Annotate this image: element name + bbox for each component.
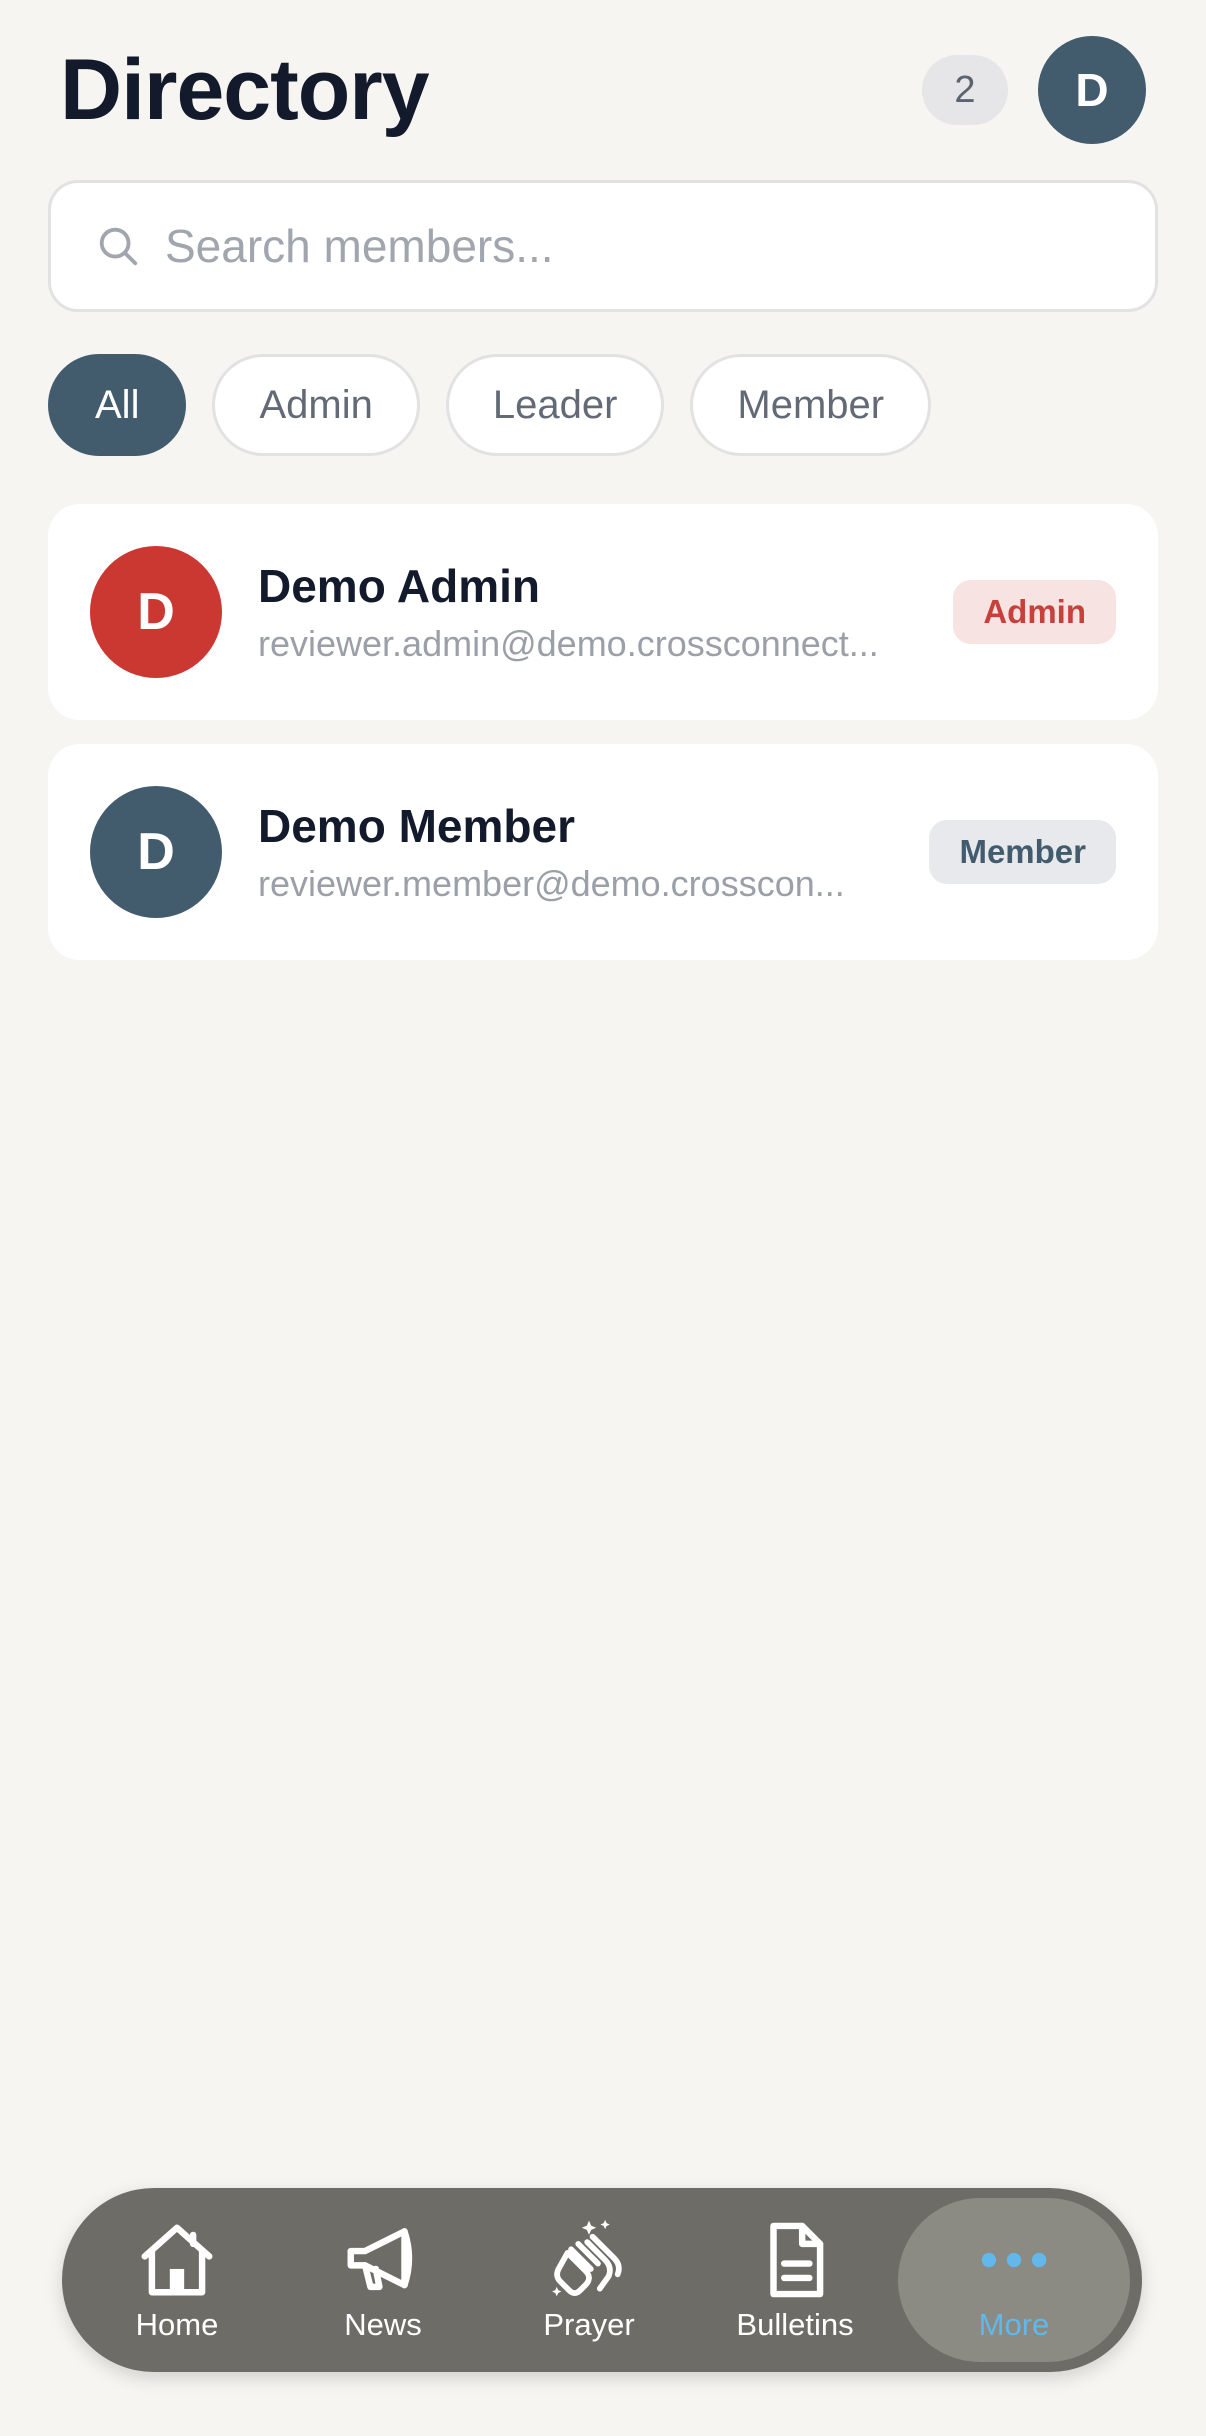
filter-chip-admin[interactable]: Admin bbox=[212, 354, 420, 456]
member-card[interactable]: D Demo Admin reviewer.admin@demo.crossco… bbox=[48, 504, 1158, 720]
nav-label: Home bbox=[135, 2307, 219, 2342]
megaphone-icon bbox=[347, 2228, 413, 2291]
page-title: Directory bbox=[60, 42, 430, 138]
member-avatar: D bbox=[90, 546, 222, 678]
directory-screen: Directory 2 D All Admin Leader Member D … bbox=[0, 0, 1206, 2436]
role-badge: Member bbox=[929, 820, 1116, 884]
member-name: Demo Admin bbox=[258, 560, 540, 613]
nav-item-news[interactable]: News bbox=[280, 2202, 486, 2358]
filter-chip-all[interactable]: All bbox=[48, 354, 187, 456]
bottom-tab-bar: Home News Prayer Bulletins More bbox=[62, 2188, 1142, 2372]
praying-hands-icon bbox=[552, 2219, 622, 2297]
filter-chip-leader[interactable]: Leader bbox=[445, 354, 665, 456]
nav-label: Bulletins bbox=[736, 2307, 854, 2342]
home-icon bbox=[141, 2224, 213, 2296]
nav-item-home[interactable]: Home bbox=[74, 2202, 280, 2358]
document-icon bbox=[770, 2222, 824, 2298]
profile-avatar-button[interactable]: D bbox=[1038, 36, 1146, 144]
member-email: reviewer.member@demo.crosscon... bbox=[258, 862, 845, 904]
member-info: Demo Admin reviewer.admin@demo.crossconn… bbox=[258, 559, 929, 664]
filter-chip-member[interactable]: Member bbox=[690, 354, 932, 456]
nav-item-bulletins[interactable]: Bulletins bbox=[692, 2202, 898, 2358]
member-avatar: D bbox=[90, 786, 222, 918]
role-badge: Admin bbox=[953, 580, 1116, 644]
role-filter-chips: All Admin Leader Member bbox=[48, 354, 932, 456]
nav-label: More bbox=[978, 2307, 1050, 2342]
search-bar[interactable] bbox=[48, 180, 1158, 312]
header: Directory 2 D bbox=[60, 36, 1146, 144]
nav-label: Prayer bbox=[543, 2307, 635, 2342]
member-info: Demo Member reviewer.member@demo.crossco… bbox=[258, 799, 905, 904]
member-card[interactable]: D Demo Member reviewer.member@demo.cross… bbox=[48, 744, 1158, 960]
nav-item-more[interactable]: More bbox=[898, 2198, 1130, 2362]
search-icon bbox=[99, 227, 138, 266]
nav-item-prayer[interactable]: Prayer bbox=[486, 2202, 692, 2358]
member-count-badge: 2 bbox=[922, 55, 1008, 125]
header-actions: 2 D bbox=[922, 36, 1146, 144]
member-email: reviewer.admin@demo.crossconnect... bbox=[258, 622, 879, 664]
member-name: Demo Member bbox=[258, 800, 575, 853]
more-dots-icon bbox=[981, 2252, 1047, 2268]
search-input[interactable] bbox=[165, 219, 1065, 273]
nav-label: News bbox=[344, 2307, 422, 2342]
